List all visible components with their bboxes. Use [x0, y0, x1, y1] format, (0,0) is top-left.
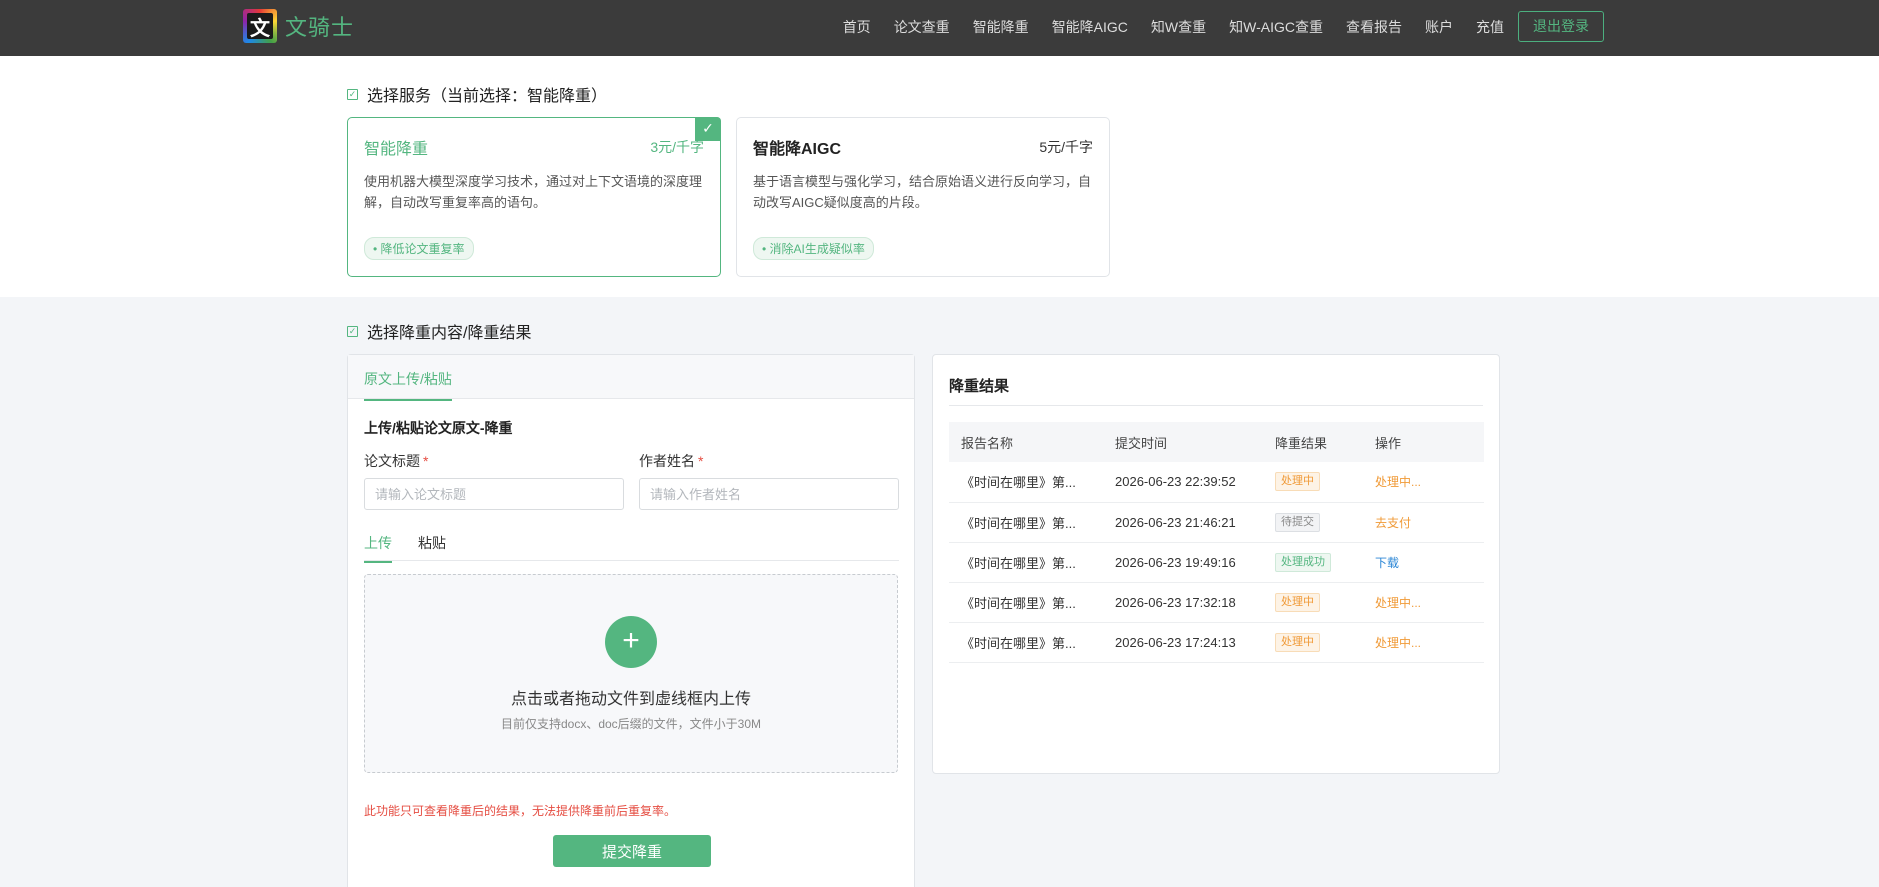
row-action-link[interactable]: 处理中... [1375, 636, 1421, 650]
content-section-title: ✓ 选择降重内容/降重结果 [347, 319, 531, 343]
result-cell: 处理中 [1263, 582, 1363, 623]
nav-zhiw-check[interactable]: 知W查重 [1151, 12, 1206, 42]
result-cell: 处理中 [1263, 622, 1363, 663]
submit-time: 2026-06-23 17:24:13 [1103, 622, 1263, 663]
nav-view-reports[interactable]: 查看报告 [1346, 12, 1402, 42]
action-cell: 处理中... [1363, 582, 1484, 623]
divider [949, 405, 1483, 406]
action-cell: 处理中... [1363, 622, 1484, 663]
check-square-icon: ✓ [347, 325, 358, 337]
file-dropzone[interactable]: + 点击或者拖动文件到虚线框内上传 目前仅支持docx、doc后缀的文件，文件小… [364, 574, 898, 773]
dropzone-instruction: 点击或者拖动文件到虚线框内上传 [510, 691, 751, 708]
row-action-link[interactable]: 处理中... [1375, 596, 1421, 610]
service-card-aigc[interactable]: 智能降AIGC 5元/千字 基于语言模型与强化学习，结合原始语义进行反向学习，自… [736, 117, 1110, 277]
required-mark: * [698, 453, 704, 469]
submit-time: 2026-06-23 21:46:21 [1103, 502, 1263, 543]
table-row: 《时间在哪里》第... 2026-06-23 22:39:52 处理中 处理中... [949, 462, 1484, 503]
service-section-title: ✓ 选择服务（当前选择：智能降重） [347, 82, 607, 106]
content-title-text: 选择降重内容/降重结果 [367, 325, 532, 342]
result-cell: 处理中 [1263, 462, 1363, 503]
logo[interactable]: 文 文骑士 [243, 9, 354, 43]
action-cell: 下载 [1363, 542, 1484, 583]
row-action-link[interactable]: 下载 [1375, 556, 1399, 570]
service-description: 基于语言模型与强化学习，结合原始语义进行反向学习，自动改写AIGC疑似度高的片段… [753, 174, 1092, 210]
service-card-rewrite[interactable]: ✓ 智能降重 3元/千字 使用机器大模型深度学习技术，通过对上下文语境的深度理解… [347, 117, 721, 277]
status-badge: 处理中 [1275, 632, 1320, 652]
report-name[interactable]: 《时间在哪里》第... [949, 502, 1103, 543]
report-name[interactable]: 《时间在哪里》第... [949, 622, 1103, 663]
nav-account[interactable]: 账户 [1425, 12, 1453, 42]
top-header: 文 文骑士 首页 论文查重 智能降重 智能降AIGC 知W查重 知W-AIGC查… [0, 0, 1879, 56]
status-badge: 处理中 [1275, 592, 1320, 612]
service-name: 智能降重 [364, 141, 429, 158]
dropzone-hint: 目前仅支持docx、doc后缀的文件，文件小于30M [500, 717, 762, 731]
table-row: 《时间在哪里》第... 2026-06-23 21:46:21 待提交 去支付 [949, 502, 1484, 543]
check-square-icon: ✓ [347, 88, 358, 100]
tab-upload-paste[interactable]: 原文上传/粘贴 [364, 369, 452, 401]
table-row: 《时间在哪里》第... 2026-06-23 19:49:16 处理成功 下载 [949, 542, 1484, 583]
report-name[interactable]: 《时间在哪里》第... [949, 582, 1103, 623]
report-name[interactable]: 《时间在哪里》第... [949, 542, 1103, 583]
paper-title-input[interactable] [364, 478, 624, 510]
service-price: 5元/千字 [1039, 139, 1093, 155]
upload-subtitle: 上传/粘贴论文原文-降重 [364, 420, 513, 436]
nav-smart-rewrite[interactable]: 智能降重 [973, 12, 1029, 42]
tab-paste[interactable]: 粘贴 [418, 533, 446, 561]
selected-check-icon: ✓ [695, 117, 721, 141]
result-cell: 处理成功 [1263, 542, 1363, 583]
service-tag: • 降低论文重复率 [364, 237, 474, 260]
report-name[interactable]: 《时间在哪里》第... [949, 462, 1103, 503]
service-description: 使用机器大模型深度学习技术，通过对上下文语境的深度理解，自动改写重复率高的语句。 [364, 174, 703, 210]
nav-zhiw-aigc-check[interactable]: 知W-AIGC查重 [1229, 12, 1323, 42]
required-mark: * [423, 453, 429, 469]
plus-icon[interactable]: + [605, 616, 657, 668]
submit-time: 2026-06-23 19:49:16 [1103, 542, 1263, 583]
upload-panel: 原文上传/粘贴 上传/粘贴论文原文-降重 论文标题* 作者姓名* 上传 粘贴 +… [347, 354, 915, 887]
table-header: 报告名称 提交时间 降重结果 操作 [949, 422, 1484, 462]
action-cell: 去支付 [1363, 502, 1484, 543]
nav-smart-aigc-rewrite[interactable]: 智能降AIGC [1052, 12, 1128, 42]
result-cell: 待提交 [1263, 502, 1363, 543]
logout-button[interactable]: 退出登录 [1518, 11, 1604, 42]
results-title: 降重结果 [949, 378, 1010, 395]
row-action-link[interactable]: 处理中... [1375, 475, 1421, 489]
service-title-text: 选择服务（当前选择：智能降重） [367, 88, 608, 105]
warning-text: 此功能只可查看降重后的结果，无法提供降重前后重复率。 [364, 804, 677, 818]
status-badge: 待提交 [1275, 512, 1320, 532]
service-name: 智能降AIGC [753, 141, 842, 158]
logo-glyph: 文 [247, 13, 273, 40]
tab-upload[interactable]: 上传 [364, 533, 392, 563]
main-nav: 首页 论文查重 智能降重 智能降AIGC 知W查重 知W-AIGC查重 查看报告… [820, 11, 1604, 42]
status-badge: 处理中 [1275, 472, 1320, 492]
table-row: 《时间在哪里》第... 2026-06-23 17:32:18 处理中 处理中... [949, 582, 1484, 623]
status-badge: 处理成功 [1275, 552, 1331, 572]
author-name-label: 作者姓名 * [639, 453, 704, 469]
results-panel: 降重结果 报告名称 提交时间 降重结果 操作 《时间在哪里》第... 2026-0… [932, 354, 1500, 774]
action-cell: 处理中... [1363, 462, 1484, 503]
col-report-name: 报告名称 [949, 422, 1103, 462]
submit-time: 2026-06-23 17:32:18 [1103, 582, 1263, 623]
service-tag: • 消除AI生成疑似率 [753, 237, 874, 260]
nav-plagiarism-check[interactable]: 论文查重 [894, 12, 950, 42]
panel-tabbar: 原文上传/粘贴 [348, 355, 914, 401]
brand-name: 文骑士 [285, 15, 355, 40]
nav-home[interactable]: 首页 [843, 12, 871, 42]
author-name-input[interactable] [639, 478, 899, 510]
col-result: 降重结果 [1263, 422, 1363, 462]
submit-rewrite-button[interactable]: 提交降重 [553, 835, 711, 867]
nav-recharge[interactable]: 充值 [1476, 12, 1504, 42]
results-table: 报告名称 提交时间 降重结果 操作 《时间在哪里》第... 2026-06-23 … [949, 422, 1484, 663]
table-row: 《时间在哪里》第... 2026-06-23 17:24:13 处理中 处理中... [949, 622, 1484, 663]
paper-title-label: 论文标题 * [364, 453, 429, 469]
logo-icon: 文 [243, 9, 277, 43]
col-submit-time: 提交时间 [1103, 422, 1263, 462]
row-action-link[interactable]: 去支付 [1375, 516, 1411, 530]
col-action: 操作 [1363, 422, 1484, 462]
mode-tabs: 上传 粘贴 [364, 533, 899, 563]
submit-time: 2026-06-23 22:39:52 [1103, 462, 1263, 503]
